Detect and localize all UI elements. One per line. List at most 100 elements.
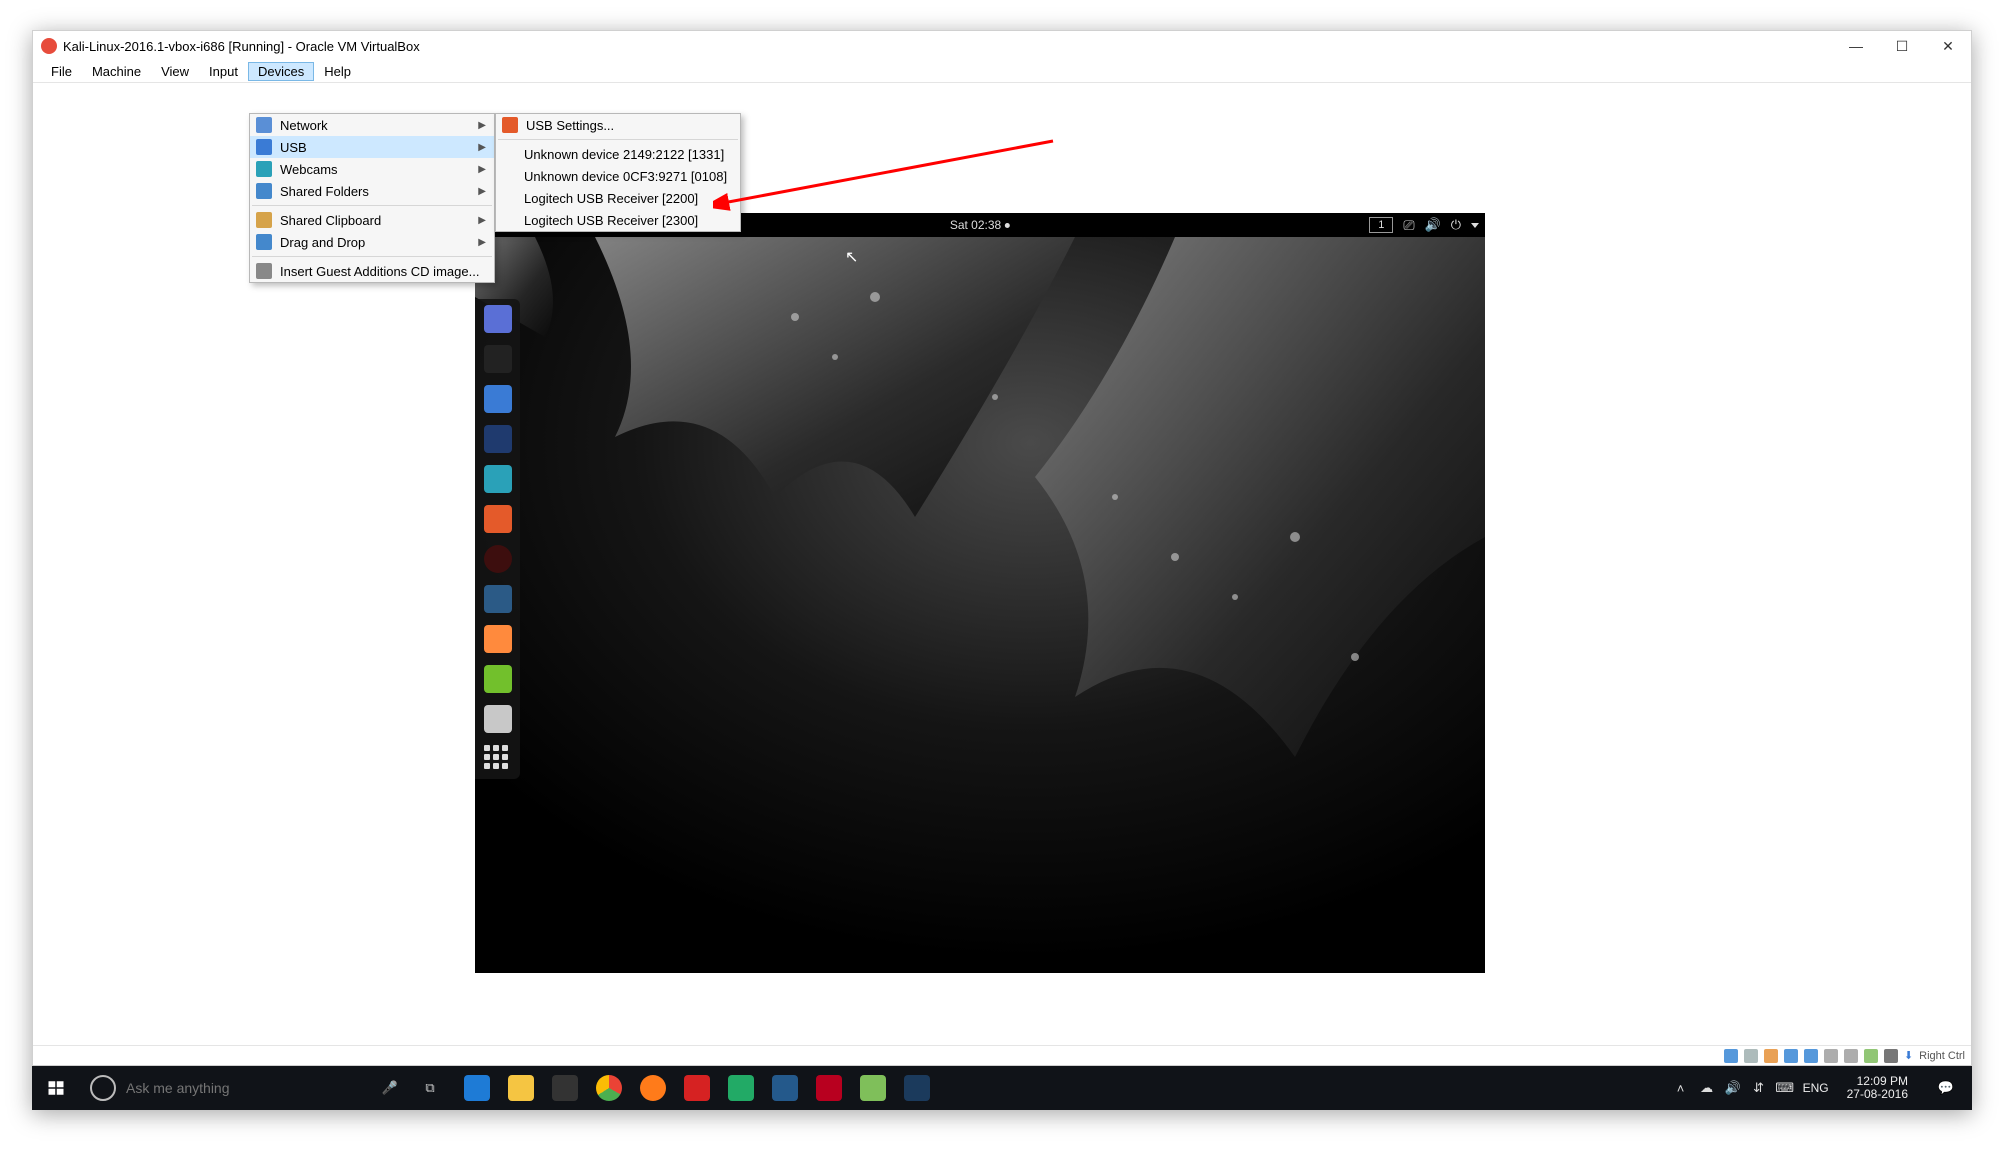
taskbar-store[interactable] <box>544 1066 586 1110</box>
dock-beef[interactable] <box>484 585 512 613</box>
status-network-icon[interactable] <box>1784 1049 1798 1063</box>
dock-metasploit[interactable] <box>484 425 512 453</box>
usb-device-1[interactable]: Unknown device 0CF3:9271 [0108] <box>496 165 740 187</box>
system-tray: ˄ ☁ 🔊 ⇵ ⌨ ENG 12:09 PM 27-08-2016 💬 <box>1673 1066 1972 1110</box>
webcam-icon <box>256 161 272 177</box>
action-center-button[interactable]: 💬 <box>1926 1066 1966 1110</box>
start-button[interactable] <box>32 1066 80 1110</box>
drag-icon <box>256 234 272 250</box>
close-button[interactable]: ✕ <box>1925 31 1971 61</box>
vbox-titlebar[interactable]: Kali-Linux-2016.1-vbox-i686 [Running] - … <box>33 31 1971 61</box>
tray-keyboard-icon[interactable]: ⌨ <box>1777 1080 1793 1096</box>
menu-separator <box>252 205 492 206</box>
taskbar-clock[interactable]: 12:09 PM 27-08-2016 <box>1839 1075 1916 1101</box>
dock-tweak[interactable] <box>484 705 512 733</box>
devices-menu-network[interactable]: Network▶ <box>250 114 494 136</box>
usb-device-0[interactable]: Unknown device 2149:2122 [1331] <box>496 143 740 165</box>
dock-faraday[interactable] <box>484 625 512 653</box>
taskbar-app-dual[interactable] <box>764 1066 806 1110</box>
taskbar-edge[interactable] <box>456 1066 498 1110</box>
menu-input[interactable]: Input <box>199 62 248 81</box>
devices-menu: Network▶ USB▶ Webcams▶ Shared Folders▶ S… <box>249 113 495 283</box>
submenu-arrow-icon: ▶ <box>478 164 486 175</box>
power-icon[interactable]: ⏻ <box>1451 217 1461 233</box>
window-controls: — ☐ ✕ <box>1833 31 1971 61</box>
cd-icon <box>256 263 272 279</box>
devices-menu-shared-clipboard[interactable]: Shared Clipboard▶ <box>250 209 494 231</box>
submenu-arrow-icon: ▶ <box>478 186 486 197</box>
menu-view[interactable]: View <box>151 62 199 81</box>
dock-show-apps[interactable] <box>484 745 512 773</box>
menu-separator <box>498 139 738 140</box>
tray-chevron-up-icon[interactable]: ˄ <box>1673 1080 1689 1096</box>
screencast-icon[interactable]: ⎚ <box>1403 217 1414 234</box>
status-optical-icon[interactable] <box>1744 1049 1758 1063</box>
dock-leafpad[interactable] <box>484 665 512 693</box>
usb-icon <box>256 139 272 155</box>
taskbar-apps <box>456 1066 938 1110</box>
tray-network-icon[interactable]: ⇵ <box>1751 1080 1767 1096</box>
status-cpu-icon[interactable] <box>1884 1049 1898 1063</box>
taskbar-chrome[interactable] <box>588 1066 630 1110</box>
cortana-search[interactable] <box>80 1066 370 1110</box>
cortana-mic-button[interactable]: 🎤 <box>370 1066 410 1110</box>
menu-separator <box>252 256 492 257</box>
network-icon <box>256 117 272 133</box>
devices-menu-usb[interactable]: USB▶ <box>250 136 494 158</box>
taskbar-notepad[interactable] <box>852 1066 894 1110</box>
taskbar-explorer[interactable] <box>500 1066 542 1110</box>
devices-menu-shared-folders[interactable]: Shared Folders▶ <box>250 180 494 202</box>
mouse-cursor-icon: ↖ <box>845 247 858 267</box>
guest-display[interactable]: Sat 02:38 1 ⎚ 🔊 ⏻ <box>475 213 1485 973</box>
dock-terminal[interactable] <box>484 345 512 373</box>
status-recording-icon[interactable] <box>1864 1049 1878 1063</box>
search-input[interactable] <box>126 1080 306 1096</box>
windows-logo-icon <box>47 1079 65 1097</box>
taskbar-app-mix[interactable] <box>720 1066 762 1110</box>
menu-file[interactable]: File <box>41 62 82 81</box>
submenu-arrow-icon: ▶ <box>478 120 486 131</box>
vbox-window-title: Kali-Linux-2016.1-vbox-i686 [Running] - … <box>63 39 420 54</box>
vbox-status-bar: ⬇ Right Ctrl <box>33 1045 1971 1065</box>
status-mouse-icon[interactable]: ⬇ <box>1904 1049 1913 1062</box>
virtualbox-window: Kali-Linux-2016.1-vbox-i686 [Running] - … <box>32 30 1972 1066</box>
taskbar-firefox[interactable] <box>632 1066 674 1110</box>
taskbar-app-red[interactable] <box>676 1066 718 1110</box>
volume-icon[interactable]: 🔊 <box>1425 217 1441 233</box>
maximize-button[interactable]: ☐ <box>1879 31 1925 61</box>
status-shared-folders-icon[interactable] <box>1824 1049 1838 1063</box>
workspace-indicator[interactable]: 1 <box>1369 217 1393 233</box>
devices-menu-drag-and-drop[interactable]: Drag and Drop▶ <box>250 231 494 253</box>
taskbar-filezilla[interactable] <box>808 1066 850 1110</box>
taskbar-virtualbox[interactable] <box>896 1066 938 1110</box>
usb-device-2[interactable]: Logitech USB Receiver [2200] <box>496 187 740 209</box>
gnome-clock[interactable]: Sat 02:38 <box>950 218 1010 232</box>
vbox-app-icon <box>41 38 57 54</box>
devices-menu-guest-additions[interactable]: Insert Guest Additions CD image... <box>250 260 494 282</box>
devices-menu-webcams[interactable]: Webcams▶ <box>250 158 494 180</box>
dock-armitage[interactable] <box>484 465 512 493</box>
wallpaper <box>475 237 1485 973</box>
system-menu-chevron-icon[interactable] <box>1471 223 1479 228</box>
status-usb-icon[interactable] <box>1804 1049 1818 1063</box>
tray-volume-icon[interactable]: 🔊 <box>1725 1080 1741 1096</box>
usb-settings-item[interactable]: USB Settings... <box>496 114 740 136</box>
minimize-button[interactable]: — <box>1833 31 1879 61</box>
menu-devices[interactable]: Devices <box>248 62 314 81</box>
task-view-button[interactable]: ⧉ <box>410 1066 450 1110</box>
dock-maltego[interactable] <box>484 545 512 573</box>
status-audio-icon[interactable] <box>1764 1049 1778 1063</box>
status-hdd-icon[interactable] <box>1724 1049 1738 1063</box>
menu-help[interactable]: Help <box>314 62 361 81</box>
dock-burpsuite[interactable] <box>484 505 512 533</box>
dock-app-1[interactable] <box>484 305 512 333</box>
tray-onedrive-icon[interactable]: ☁ <box>1699 1080 1715 1096</box>
status-display-icon[interactable] <box>1844 1049 1858 1063</box>
dock-files[interactable] <box>484 385 512 413</box>
usb-device-3[interactable]: Logitech USB Receiver [2300] <box>496 209 740 231</box>
menu-machine[interactable]: Machine <box>82 62 151 81</box>
submenu-arrow-icon: ▶ <box>478 237 486 248</box>
tray-language[interactable]: ENG <box>1803 1081 1829 1095</box>
cortana-icon <box>90 1075 116 1101</box>
screenshot-frame: Kali-Linux-2016.1-vbox-i686 [Running] - … <box>32 30 1972 1110</box>
